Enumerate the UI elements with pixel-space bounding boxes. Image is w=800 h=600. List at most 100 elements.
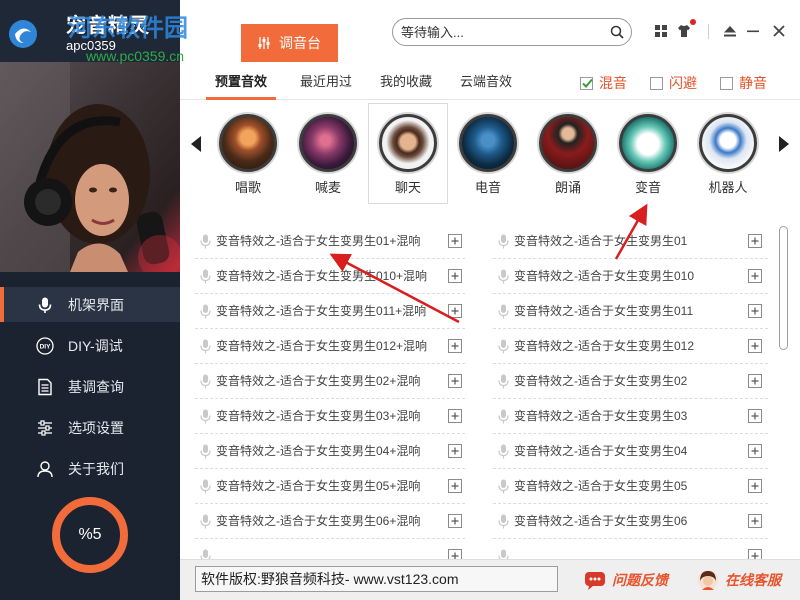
tab-recently-used[interactable]: 最近用过 bbox=[286, 64, 366, 100]
add-effect-button[interactable] bbox=[748, 444, 762, 458]
sliders-icon bbox=[36, 419, 54, 437]
sidebar-item-label: 选项设置 bbox=[68, 419, 124, 436]
svg-text:DIY: DIY bbox=[40, 343, 52, 350]
sidebar-item-about[interactable]: 关于我们 bbox=[0, 451, 180, 486]
effect-list-right: 变音特效之-适合于女生变男生01 变音特效之-适合于女生变男生010 变音特效之-适… bbox=[493, 224, 768, 559]
add-effect-button[interactable] bbox=[748, 409, 762, 423]
effect-list-item[interactable]: 变音特效之-适合于女生变男生06 bbox=[493, 504, 768, 539]
preset-chat[interactable]: 聊天 bbox=[368, 103, 448, 204]
effect-list-item[interactable]: 变音特效之-适合于女生变男生05 bbox=[493, 469, 768, 504]
mix-checkbox[interactable]: 混音 bbox=[580, 74, 627, 92]
add-effect-button[interactable] bbox=[448, 304, 462, 318]
tab-preset-effects[interactable]: 预置音效 bbox=[201, 64, 281, 100]
preset-voice-change[interactable]: 变音 bbox=[608, 103, 688, 204]
add-effect-button[interactable] bbox=[448, 269, 462, 283]
microphone-icon bbox=[498, 269, 509, 284]
search-input[interactable] bbox=[401, 22, 601, 42]
preset-singing[interactable]: 唱歌 bbox=[208, 103, 288, 204]
scrollbar-thumb[interactable] bbox=[779, 226, 788, 350]
effect-list-item[interactable]: 变音特效之-适合于女生变男生04+混响 bbox=[195, 434, 465, 469]
effect-list-item[interactable]: 变音特效之-适合于女生变男生01+混响 bbox=[195, 224, 465, 259]
sidebar-item-label: 关于我们 bbox=[68, 460, 124, 477]
feedback-link[interactable]: 问题反馈 bbox=[584, 568, 668, 592]
sidebar-item-key-query[interactable]: 基调查询 bbox=[0, 369, 180, 404]
effect-list-item[interactable]: 变音特效之-适合于女生变男生011 bbox=[493, 294, 768, 329]
preset-robot[interactable]: 机器人 bbox=[688, 103, 768, 204]
sidebar-nav: 机架界面 DIY DIY-调试 基调查询 选项设置 关于我们 bbox=[0, 287, 180, 492]
add-effect-button[interactable] bbox=[448, 549, 462, 559]
skin-icon[interactable] bbox=[677, 24, 691, 38]
add-effect-button[interactable] bbox=[448, 234, 462, 248]
effect-label: 变音特效之-适合于女生变男生01+混响 bbox=[216, 234, 421, 248]
search-icon[interactable] bbox=[610, 25, 624, 39]
effect-list-item[interactable]: 变音特效之-适合于女生变男生010 bbox=[493, 259, 768, 294]
effect-list-item[interactable]: 变音特效之-适合于女生变男生03 bbox=[493, 399, 768, 434]
eject-icon[interactable] bbox=[723, 24, 737, 38]
add-effect-button[interactable] bbox=[748, 549, 762, 559]
effect-list-item[interactable]: 变音特效之-适合于女生变男生02 bbox=[493, 364, 768, 399]
effect-list-item[interactable]: 变音特效之-适合于女生变男生03+混响 bbox=[195, 399, 465, 434]
add-effect-button[interactable] bbox=[448, 409, 462, 423]
minimize-icon[interactable] bbox=[746, 24, 760, 38]
effect-label: 变音特效之-适合于女生变男生06+混响 bbox=[216, 514, 421, 528]
add-effect-button[interactable] bbox=[448, 479, 462, 493]
checkbox-box bbox=[720, 76, 733, 90]
add-effect-button[interactable] bbox=[748, 339, 762, 353]
preset-avatar bbox=[219, 114, 277, 172]
microphone-icon bbox=[200, 234, 211, 249]
microphone-icon bbox=[498, 339, 509, 354]
sidebar-item-diy[interactable]: DIY DIY-调试 bbox=[0, 328, 180, 363]
level-meter: %5 bbox=[50, 495, 130, 575]
microphone-icon bbox=[498, 374, 509, 389]
online-service-label: 在线客服 bbox=[725, 572, 781, 588]
online-service-link[interactable]: 在线客服 bbox=[697, 568, 781, 592]
effect-label: 变音特效之-适合于女生变男生04 bbox=[514, 444, 688, 458]
add-effect-button[interactable] bbox=[748, 514, 762, 528]
close-icon[interactable] bbox=[772, 24, 786, 38]
add-effect-button[interactable] bbox=[448, 444, 462, 458]
effect-list-item[interactable]: 变音特效之-适合于女生变男生06+混响 bbox=[195, 504, 465, 539]
tab-my-favorites[interactable]: 我的收藏 bbox=[366, 64, 446, 100]
effect-list-item[interactable]: 变音特效之-适合于女生变男生012 bbox=[493, 329, 768, 364]
add-effect-button[interactable] bbox=[748, 479, 762, 493]
watermark-url: www.pc0359.cn bbox=[86, 48, 185, 64]
sidebar-item-label: 基调查询 bbox=[68, 378, 124, 395]
duck-checkbox[interactable]: 闪避 bbox=[650, 74, 697, 92]
effect-list-item[interactable]: 变音特效之-适合于女生变男生05+混响 bbox=[195, 469, 465, 504]
effect-label: 变音特效之-适合于女生变男生04+混响 bbox=[216, 444, 421, 458]
microphone-icon bbox=[36, 296, 54, 314]
customer-service-icon bbox=[698, 570, 718, 590]
sidebar-item-rack[interactable]: 机架界面 bbox=[0, 287, 180, 322]
effect-list-item[interactable]: 变音特效之-适合于女生变男生04 bbox=[493, 434, 768, 469]
add-effect-button[interactable] bbox=[448, 339, 462, 353]
effect-list-item[interactable] bbox=[493, 539, 768, 559]
microphone-icon bbox=[200, 549, 211, 559]
effect-list-item[interactable]: 变音特效之-适合于女生变男生012+混响 bbox=[195, 329, 465, 364]
add-effect-button[interactable] bbox=[748, 374, 762, 388]
tab-cloud-effects[interactable]: 云端音效 bbox=[446, 64, 526, 100]
microphone-icon bbox=[200, 374, 211, 389]
preset-label: 变音 bbox=[634, 180, 661, 195]
add-effect-button[interactable] bbox=[748, 269, 762, 283]
add-effect-button[interactable] bbox=[748, 304, 762, 318]
checkmark-icon bbox=[582, 78, 593, 88]
chevron-left-icon[interactable] bbox=[189, 135, 203, 153]
add-effect-button[interactable] bbox=[448, 514, 462, 528]
tab-mixer[interactable]: 调音台 bbox=[241, 24, 338, 62]
add-effect-button[interactable] bbox=[448, 374, 462, 388]
chevron-right-icon[interactable] bbox=[777, 135, 791, 153]
preset-recitation[interactable]: 朗诵 bbox=[528, 103, 608, 204]
effect-list-item[interactable] bbox=[195, 539, 465, 559]
preset-shouting[interactable]: 喊麦 bbox=[288, 103, 368, 204]
sidebar-item-settings[interactable]: 选项设置 bbox=[0, 410, 180, 445]
mute-checkbox[interactable]: 静音 bbox=[720, 74, 767, 92]
effect-list-item[interactable]: 变音特效之-适合于女生变男生01 bbox=[493, 224, 768, 259]
preset-label: 电音 bbox=[474, 180, 501, 195]
effect-list-item[interactable]: 变音特效之-适合于女生变男生010+混响 bbox=[195, 259, 465, 294]
effect-list-item[interactable]: 变音特效之-适合于女生变男生02+混响 bbox=[195, 364, 465, 399]
grid-icon[interactable] bbox=[654, 24, 668, 38]
checkbox-label: 闪避 bbox=[669, 75, 697, 91]
effect-list-item[interactable]: 变音特效之-适合于女生变男生011+混响 bbox=[195, 294, 465, 329]
preset-electronic[interactable]: 电音 bbox=[448, 103, 528, 204]
add-effect-button[interactable] bbox=[748, 234, 762, 248]
